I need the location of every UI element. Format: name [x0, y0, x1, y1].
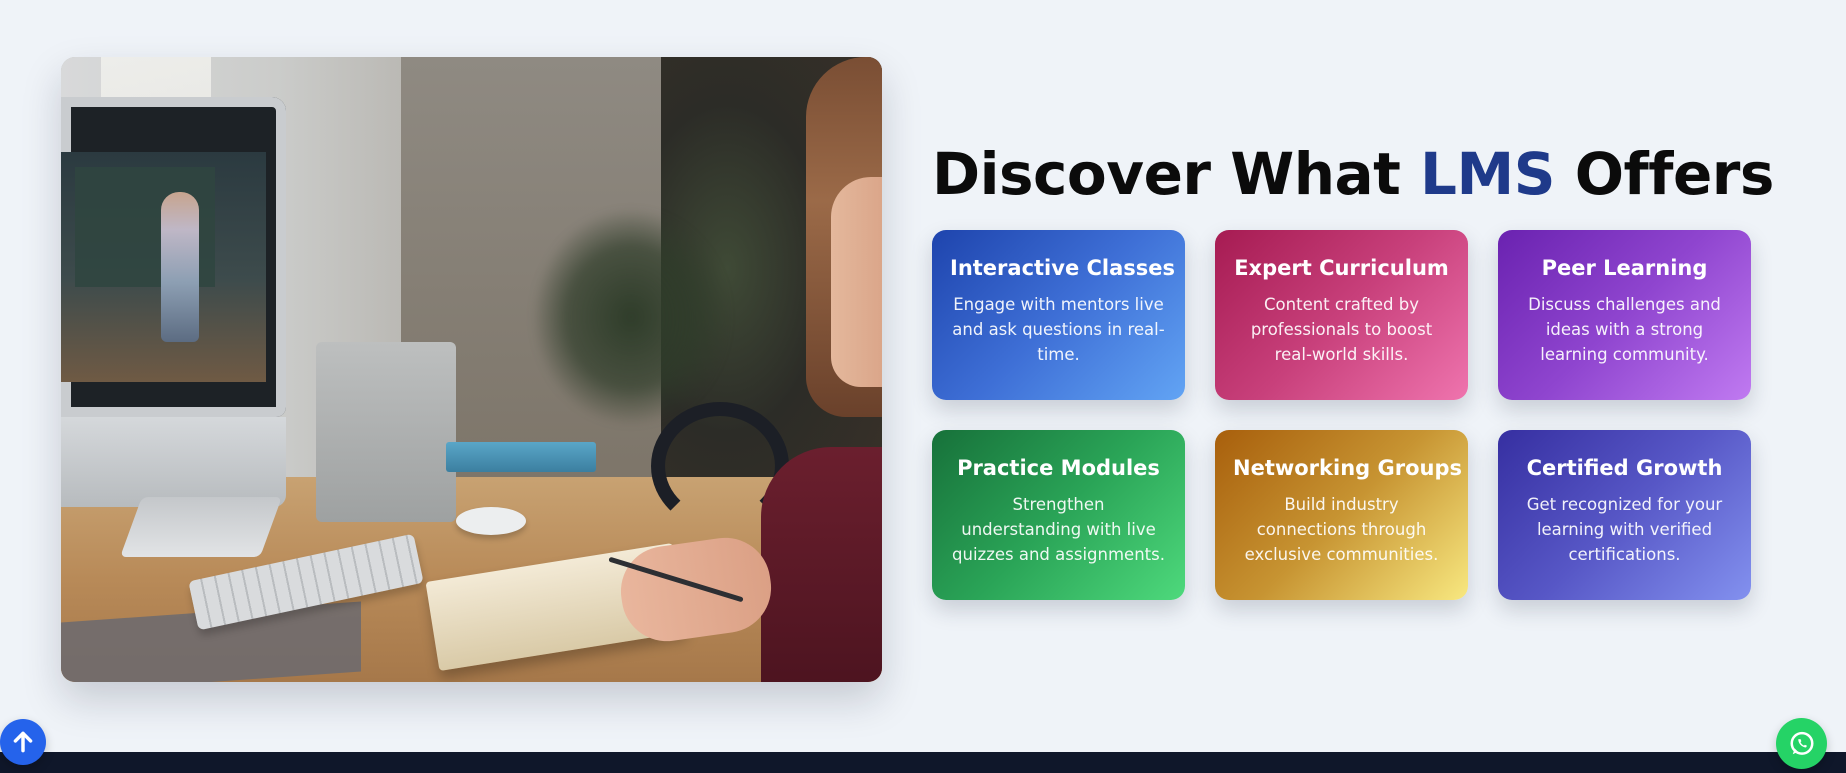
feature-title: Practice Modules [957, 456, 1160, 480]
hero-student-sweater [761, 447, 882, 682]
footer-strip [0, 752, 1846, 773]
feature-description: Get recognized for your learning with ve… [1526, 495, 1723, 564]
hero-image [61, 57, 882, 682]
feature-description: Strengthen understanding with live quizz… [952, 495, 1165, 564]
feature-title: Peer Learning [1541, 256, 1708, 280]
section-heading: Discover What LMS Offers [932, 140, 1774, 208]
feature-description: Engage with mentors live and ask questio… [952, 295, 1165, 364]
hero-teacher [161, 192, 199, 342]
feature-title: Networking Groups [1233, 456, 1463, 480]
feature-description: Content crafted by professionals to boos… [1250, 295, 1433, 364]
heading-suffix: Offers [1555, 140, 1775, 208]
feature-title: Expert Curriculum [1234, 256, 1449, 280]
hero-basket [316, 342, 456, 522]
hero-books [446, 442, 596, 472]
feature-card-peer-learning[interactable]: Peer Learning Discuss challenges and ide… [1498, 230, 1751, 400]
page: Discover What LMS Offers Interactive Cla… [0, 0, 1846, 773]
feature-card-networking-groups[interactable]: Networking Groups Build industry connect… [1215, 430, 1468, 600]
whatsapp-icon [1790, 731, 1813, 755]
hero-mouse [456, 507, 526, 535]
feature-card-expert-curriculum[interactable]: Expert Curriculum Content crafted by pro… [1215, 230, 1468, 400]
feature-card-interactive-classes[interactable]: Interactive Classes Engage with mentors … [932, 230, 1185, 400]
hero-student-face [831, 177, 882, 387]
scroll-to-top-button[interactable] [0, 719, 46, 765]
feature-card-certified-growth[interactable]: Certified Growth Get recognized for your… [1498, 430, 1751, 600]
features-grid: Interactive Classes Engage with mentors … [932, 230, 1752, 600]
feature-description: Build industry connections through exclu… [1244, 495, 1439, 564]
feature-card-practice-modules[interactable]: Practice Modules Strengthen understandin… [932, 430, 1185, 600]
feature-description: Discuss challenges and ideas with a stro… [1528, 295, 1721, 364]
hero-monitor-chin [61, 417, 286, 507]
feature-title: Interactive Classes [950, 256, 1176, 280]
whatsapp-button[interactable] [1776, 718, 1827, 769]
heading-highlight: LMS [1420, 140, 1555, 208]
hero-plant [531, 207, 731, 427]
arrow-up-icon [13, 731, 33, 753]
feature-title: Certified Growth [1526, 456, 1723, 480]
hero-monitor-stand [120, 497, 282, 557]
heading-prefix: Discover What [932, 140, 1421, 208]
